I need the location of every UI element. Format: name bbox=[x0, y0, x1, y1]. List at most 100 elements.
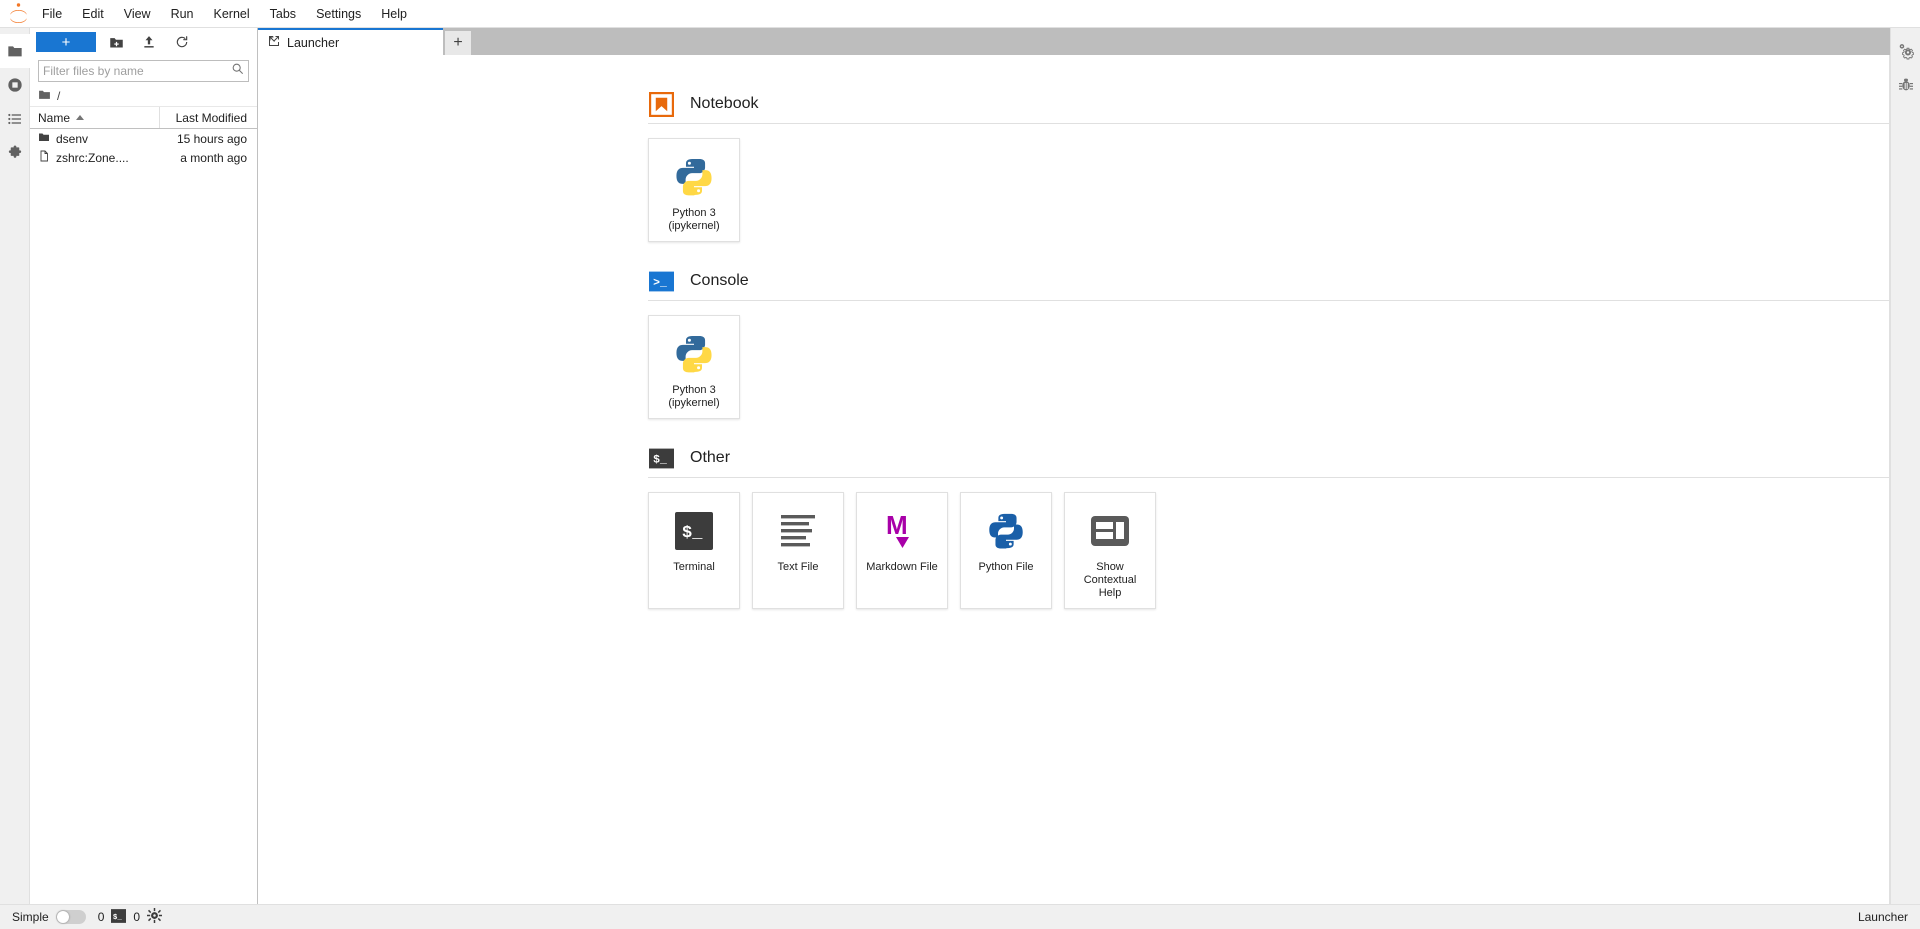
card-label: Python File bbox=[978, 561, 1034, 573]
left-sidebar bbox=[0, 28, 30, 904]
svg-text:$_: $_ bbox=[653, 453, 667, 466]
menu-item-run[interactable]: Run bbox=[161, 2, 204, 26]
search-icon bbox=[231, 62, 244, 80]
file-browser-toolbar: + bbox=[30, 28, 257, 56]
card-label: Markdown File bbox=[866, 561, 938, 573]
sidebar-item-command-palette[interactable] bbox=[0, 102, 30, 136]
folder-icon bbox=[38, 131, 50, 146]
simple-mode-toggle[interactable] bbox=[55, 910, 86, 924]
sidebar-item-file-browser[interactable] bbox=[0, 34, 30, 68]
menu-item-view[interactable]: View bbox=[114, 2, 161, 26]
folder-icon bbox=[38, 88, 51, 104]
python-logo-icon bbox=[673, 328, 715, 380]
console-card-row: Python 3 (ipykernel) bbox=[648, 315, 1889, 419]
section-title: Other bbox=[690, 449, 731, 466]
file-modified: a month ago bbox=[180, 150, 247, 165]
file-name: dsenv bbox=[56, 131, 89, 146]
sidebar-item-extension-manager[interactable] bbox=[0, 136, 30, 170]
new-tab-button[interactable]: + bbox=[445, 31, 471, 55]
menu-item-tabs[interactable]: Tabs bbox=[260, 2, 306, 26]
card-label: Python 3 (ipykernel) bbox=[668, 384, 720, 409]
launcher-card-python3-notebook[interactable]: Python 3 (ipykernel) bbox=[648, 138, 740, 242]
section-divider bbox=[648, 123, 1889, 124]
search-input[interactable] bbox=[43, 64, 231, 78]
status-bar: Simple 0 $_ 0 Launcher bbox=[0, 904, 1920, 929]
jupyter-logo-icon bbox=[4, 2, 32, 26]
menu-item-edit[interactable]: Edit bbox=[72, 2, 114, 26]
launcher-card-text-file[interactable]: Text File bbox=[752, 492, 844, 609]
sidebar-item-property-inspector[interactable] bbox=[1891, 34, 1920, 68]
card-label: Text File bbox=[777, 561, 819, 573]
menu-item-settings[interactable]: Settings bbox=[306, 2, 371, 26]
other-terminal-icon: $_ bbox=[648, 445, 674, 471]
application-shell: + Filter files by name / Name Last Modif… bbox=[0, 28, 1920, 904]
section-other-header: $_ Other bbox=[648, 445, 1889, 471]
menu-item-kernel[interactable]: Kernel bbox=[204, 2, 260, 26]
launcher-card-markdown-file[interactable]: M Markdown File bbox=[856, 492, 948, 609]
simple-mode-label: Simple bbox=[12, 910, 49, 924]
kernel-icon bbox=[147, 908, 163, 926]
sidebar-item-running-sessions[interactable] bbox=[0, 68, 30, 102]
svg-text:$_: $_ bbox=[113, 914, 123, 922]
file-list-header: Name Last Modified bbox=[30, 107, 257, 129]
markdown-icon: M bbox=[882, 505, 922, 557]
svg-text:>_: >_ bbox=[653, 276, 667, 289]
file-list: dsenv 15 hours ago zshrc:Zone.... a mont… bbox=[30, 129, 257, 904]
section-title: Notebook bbox=[690, 95, 759, 112]
column-header-name[interactable]: Name bbox=[30, 107, 159, 128]
right-sidebar bbox=[1890, 28, 1920, 904]
section-divider bbox=[648, 300, 1889, 301]
card-label: Python 3 (ipykernel) bbox=[668, 207, 720, 232]
sidebar-item-debugger[interactable] bbox=[1891, 68, 1920, 102]
text-file-icon bbox=[778, 505, 818, 557]
launcher-panel: Notebook Python 3 (ipykernel) >_ Console… bbox=[258, 55, 1890, 904]
section-divider bbox=[648, 477, 1889, 478]
python-file-icon bbox=[986, 505, 1026, 557]
new-launcher-button[interactable]: + bbox=[36, 32, 96, 52]
terminal-icon: $_ bbox=[674, 505, 714, 557]
svg-text:M: M bbox=[886, 510, 908, 540]
section-console-header: >_ Console bbox=[648, 268, 1889, 294]
card-label: Terminal bbox=[673, 561, 715, 573]
file-filter-container[interactable] bbox=[38, 60, 249, 82]
console-terminal-icon: >_ bbox=[648, 268, 674, 294]
launcher-card-show-contextual-help[interactable]: Show Contextual Help bbox=[1064, 492, 1156, 609]
menu-item-help[interactable]: Help bbox=[371, 2, 417, 26]
tab-label: Launcher bbox=[287, 35, 340, 50]
launcher-card-terminal[interactable]: $_ Terminal bbox=[648, 492, 740, 609]
launcher-card-python-file[interactable]: Python File bbox=[960, 492, 1052, 609]
sort-ascending-icon bbox=[76, 115, 85, 120]
list-item[interactable]: dsenv 15 hours ago bbox=[30, 129, 257, 148]
simple-mode-toggle-group[interactable]: Simple bbox=[12, 910, 86, 924]
tab-bar: Launcher + bbox=[258, 28, 1890, 55]
kernel-count: 0 bbox=[97, 910, 105, 924]
notebook-bookmark-icon bbox=[648, 91, 674, 117]
column-header-last-modified[interactable]: Last Modified bbox=[159, 107, 257, 128]
section-title: Console bbox=[690, 272, 749, 289]
launcher-card-python3-console[interactable]: Python 3 (ipykernel) bbox=[648, 315, 740, 419]
launcher-icon bbox=[268, 35, 280, 50]
breadcrumb-path: / bbox=[57, 88, 61, 103]
new-folder-icon[interactable] bbox=[103, 31, 129, 53]
python-logo-icon bbox=[673, 151, 715, 203]
column-header-last-modified-label: Last Modified bbox=[175, 110, 247, 125]
svg-text:$_: $_ bbox=[682, 524, 703, 543]
card-label: Show Contextual Help bbox=[1083, 561, 1137, 599]
terminal-icon: $_ bbox=[111, 908, 127, 926]
main-dock-area: Launcher + Notebook Python 3 (ipykernel)… bbox=[258, 28, 1890, 904]
column-header-name-label: Name bbox=[38, 110, 71, 125]
breadcrumb[interactable]: / bbox=[30, 85, 257, 107]
upload-icon[interactable] bbox=[136, 31, 162, 53]
terminal-count: 0 bbox=[133, 910, 141, 924]
contextual-help-icon bbox=[1090, 505, 1130, 557]
file-browser-panel: + Filter files by name / Name Last Modif… bbox=[30, 28, 258, 904]
file-name: zshrc:Zone.... bbox=[56, 150, 129, 165]
menu-item-file[interactable]: File bbox=[32, 2, 72, 26]
file-modified: 15 hours ago bbox=[176, 131, 247, 146]
list-item[interactable]: zshrc:Zone.... a month ago bbox=[30, 148, 257, 167]
menu-bar: File Edit View Run Kernel Tabs Settings … bbox=[0, 0, 1920, 28]
refresh-icon[interactable] bbox=[169, 31, 195, 53]
kernel-sessions-status[interactable]: 0 $_ 0 bbox=[97, 908, 163, 926]
file-icon bbox=[38, 150, 50, 165]
tab-launcher[interactable]: Launcher bbox=[258, 28, 443, 55]
